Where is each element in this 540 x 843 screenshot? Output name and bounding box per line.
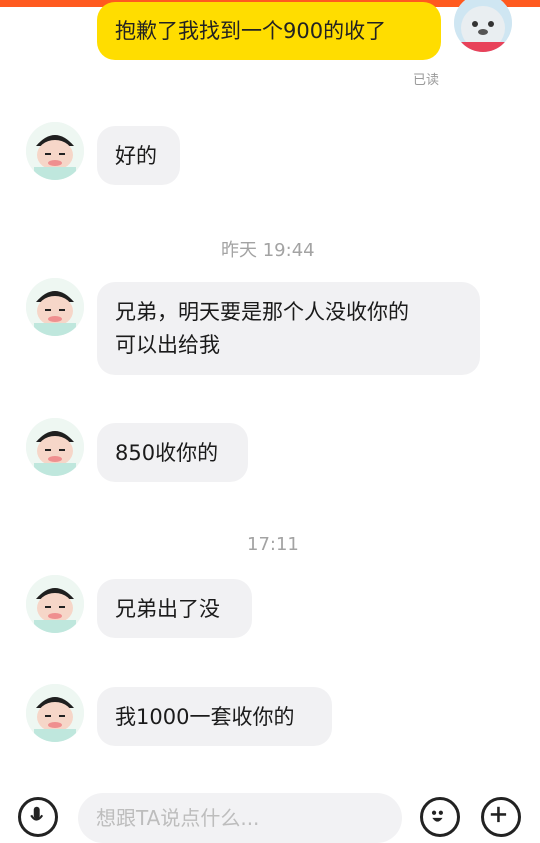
- emoji-icon[interactable]: [420, 797, 460, 837]
- cartoon-avatar-icon: [26, 684, 84, 742]
- message-text: 我1000一套收你的: [115, 705, 295, 729]
- message-text: 抱歉了我找到一个900的收了: [115, 19, 387, 43]
- contact-avatar[interactable]: [26, 684, 84, 742]
- message-text: 850收你的: [115, 441, 219, 465]
- microphone-icon[interactable]: [18, 797, 58, 837]
- read-status: 已读: [413, 73, 440, 88]
- cartoon-avatar-icon: [26, 122, 84, 180]
- message-bubble-received[interactable]: 兄弟，明天要是那个人没收你的 可以出给我: [97, 282, 480, 375]
- contact-avatar[interactable]: [26, 278, 84, 336]
- seal-avatar-icon: [454, 0, 512, 52]
- message-text: 兄弟出了没: [115, 597, 220, 621]
- cartoon-avatar-icon: [26, 418, 84, 476]
- contact-avatar[interactable]: [26, 575, 84, 633]
- contact-avatar[interactable]: [26, 418, 84, 476]
- my-avatar[interactable]: [454, 0, 512, 52]
- message-input[interactable]: 想跟TA说点什么...: [78, 793, 402, 843]
- contact-avatar[interactable]: [26, 122, 84, 180]
- message-bubble-received[interactable]: 850收你的: [97, 423, 248, 482]
- cartoon-avatar-icon: [26, 575, 84, 633]
- cartoon-avatar-icon: [26, 278, 84, 336]
- message-bubble-sent[interactable]: 抱歉了我找到一个900的收了: [97, 2, 441, 60]
- message-bubble-received[interactable]: 好的: [97, 126, 180, 185]
- timestamp: 17:11: [247, 534, 299, 555]
- message-text-line-1: 兄弟，明天要是那个人没收你的: [115, 300, 409, 324]
- message-text-line-2: 可以出给我: [115, 333, 220, 357]
- timestamp: 昨天 19:44: [221, 240, 315, 261]
- message-text: 好的: [115, 144, 157, 168]
- plus-icon[interactable]: [481, 797, 521, 837]
- message-bubble-received[interactable]: 我1000一套收你的: [97, 687, 332, 746]
- message-bubble-received[interactable]: 兄弟出了没: [97, 579, 252, 638]
